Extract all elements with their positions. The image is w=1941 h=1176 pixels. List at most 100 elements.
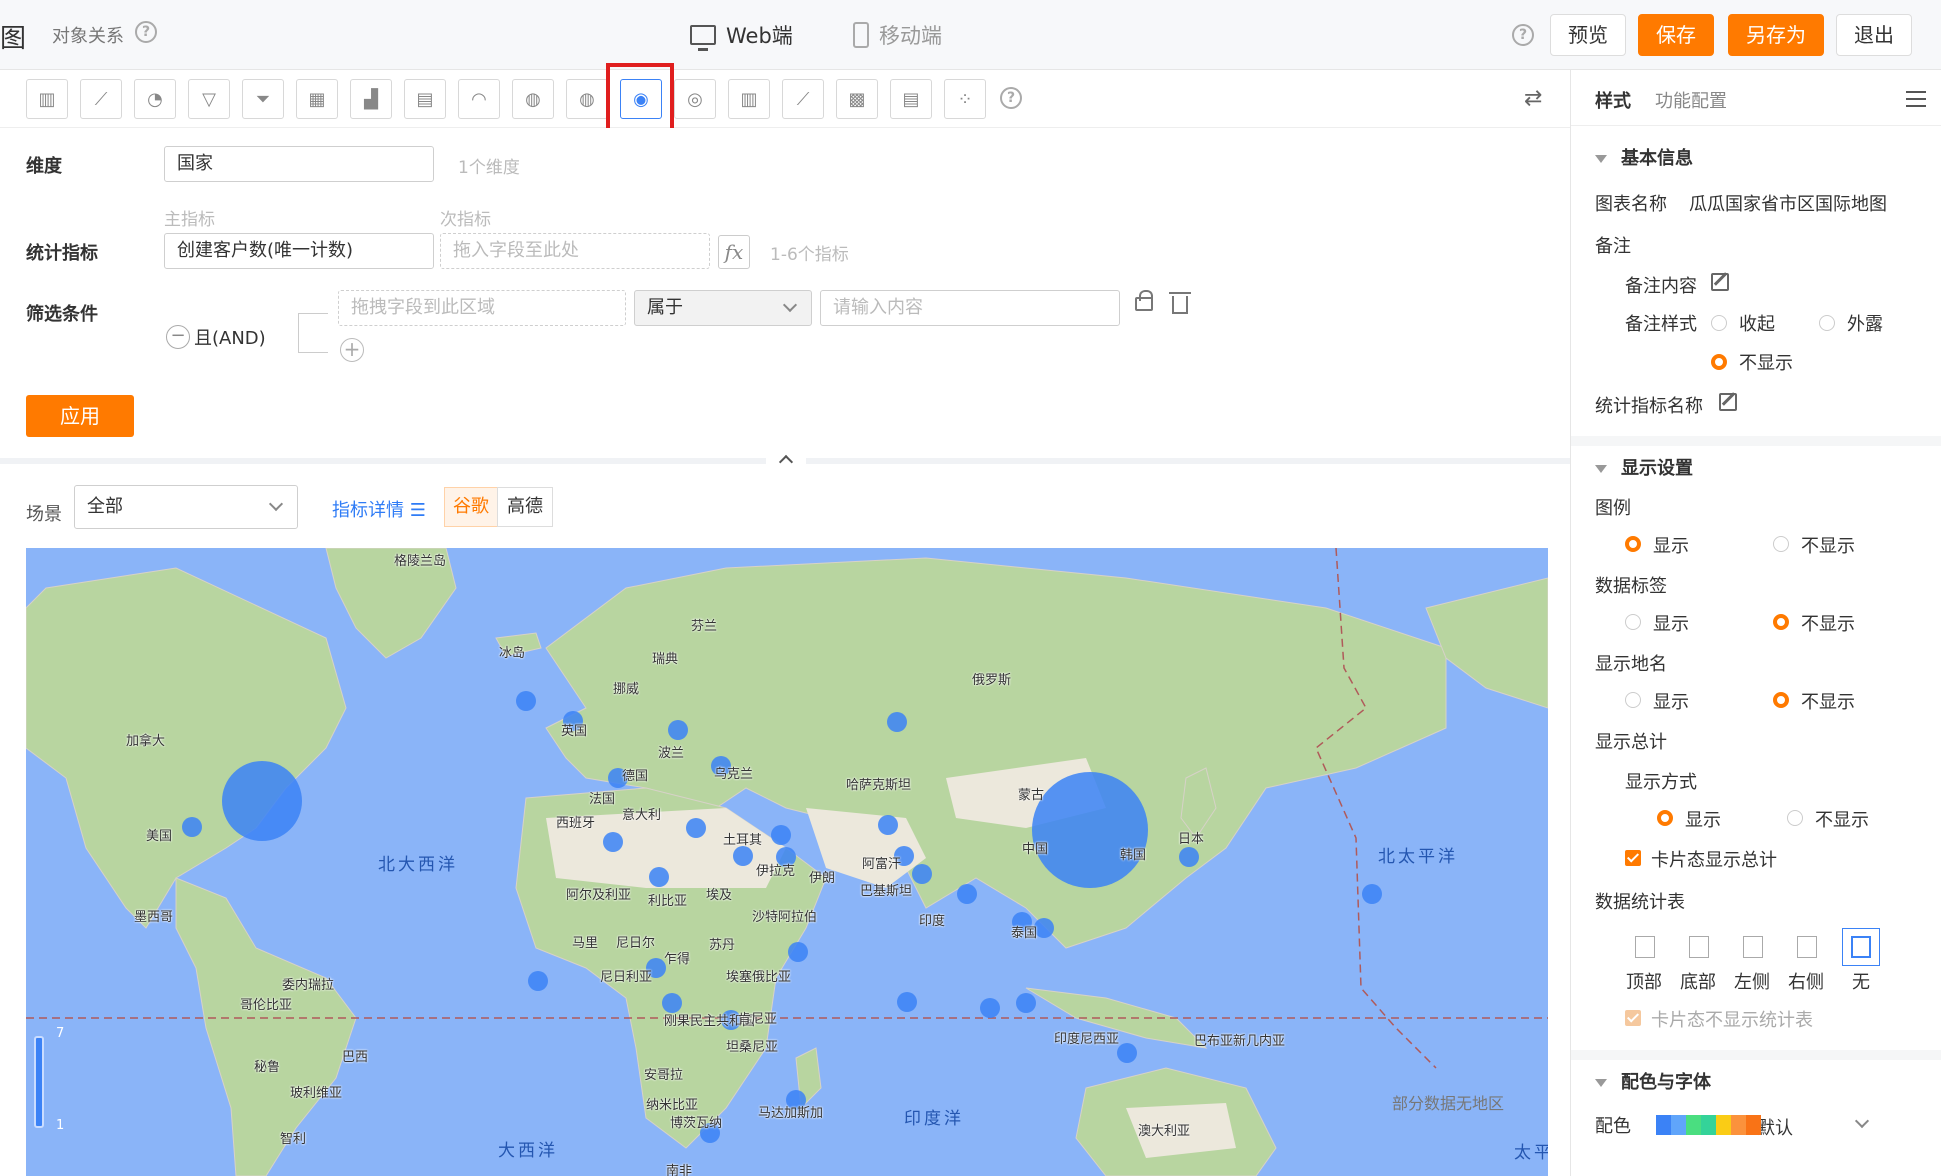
filter-operator-select[interactable]: 属于 bbox=[634, 290, 812, 326]
scatter-icon[interactable]: ⁘ bbox=[944, 79, 986, 119]
map-bubble[interactable] bbox=[668, 720, 688, 740]
line-chart-icon[interactable]: ⟋ bbox=[80, 79, 122, 119]
map-bubble[interactable] bbox=[603, 832, 623, 852]
remark-collapse-radio[interactable] bbox=[1711, 315, 1727, 331]
metric-detail-link[interactable]: 指标详情 ☰ bbox=[332, 496, 426, 522]
preview-button[interactable]: 预览 bbox=[1550, 14, 1626, 56]
palette-value[interactable]: 默认 bbox=[1757, 1114, 1793, 1140]
help-icon[interactable]: ? bbox=[1512, 24, 1534, 46]
map-bubble[interactable] bbox=[1179, 847, 1199, 867]
section-basic-info[interactable]: 基本信息 bbox=[1595, 144, 1693, 170]
filter-field-dropzone[interactable]: 拖拽字段到此区域 bbox=[338, 290, 626, 326]
scatter-line-icon[interactable]: ⟋ bbox=[782, 79, 824, 119]
pivot-table-icon[interactable]: ▤ bbox=[890, 79, 932, 119]
scene-select[interactable]: 全部 bbox=[74, 485, 298, 529]
delete-icon[interactable] bbox=[1169, 292, 1191, 314]
map-bubble[interactable] bbox=[1117, 1043, 1137, 1063]
map-bubble[interactable] bbox=[912, 864, 932, 884]
legend-label: 图例 bbox=[1595, 498, 1631, 519]
map-bubble[interactable] bbox=[528, 971, 548, 991]
map-bubble[interactable] bbox=[980, 998, 1000, 1018]
legend-show-radio[interactable] bbox=[1625, 536, 1641, 552]
tab-function-config[interactable]: 功能配置 bbox=[1655, 87, 1727, 113]
position-bottom-icon[interactable] bbox=[1689, 936, 1709, 958]
remark-expose-radio[interactable] bbox=[1819, 315, 1835, 331]
exit-button[interactable]: 退出 bbox=[1836, 14, 1912, 56]
card-total-checkbox[interactable] bbox=[1625, 850, 1641, 866]
section-display-settings[interactable]: 显示设置 bbox=[1595, 454, 1693, 480]
primary-metric-field[interactable]: 创建客户数(唯一计数) bbox=[164, 233, 434, 269]
help-icon[interactable]: ? bbox=[1000, 87, 1022, 109]
pie-chart-icon[interactable]: ◔ bbox=[134, 79, 176, 119]
dimension-field[interactable]: 国家 bbox=[164, 146, 434, 182]
save-as-button[interactable]: 另存为 bbox=[1728, 14, 1824, 56]
secondary-metric-dropzone[interactable]: 拖入字段至此处 bbox=[440, 233, 710, 269]
chevron-down-icon[interactable] bbox=[1854, 1113, 1870, 1129]
map-bubble[interactable] bbox=[1032, 772, 1148, 888]
bar-chart-icon[interactable]: ▥ bbox=[26, 79, 68, 119]
edit-icon[interactable] bbox=[1711, 273, 1729, 291]
map-source-google[interactable]: 谷歌 bbox=[444, 487, 498, 527]
gauge-icon[interactable]: ◠ bbox=[458, 79, 500, 119]
section-color-font[interactable]: 配色与字体 bbox=[1595, 1068, 1711, 1094]
remark-hide-radio[interactable] bbox=[1711, 354, 1727, 370]
add-filter-icon[interactable]: + bbox=[340, 338, 364, 362]
legend-hide-radio[interactable] bbox=[1773, 536, 1789, 552]
map-bubble[interactable] bbox=[516, 691, 536, 711]
map-bubble[interactable] bbox=[897, 992, 917, 1012]
map-bubble[interactable] bbox=[878, 815, 898, 835]
map-bubble[interactable] bbox=[887, 712, 907, 732]
funnel-icon[interactable]: ▽ bbox=[188, 79, 230, 119]
map-bubble[interactable] bbox=[1362, 884, 1382, 904]
apply-button[interactable]: 应用 bbox=[26, 395, 134, 437]
card-no-table-checkbox[interactable] bbox=[1625, 1010, 1641, 1026]
chart-name-value[interactable]: 瓜瓜国家省市区国际地图 bbox=[1689, 190, 1887, 216]
china-map-alt-icon[interactable]: ◍ bbox=[566, 79, 608, 119]
place-name-hide-radio[interactable] bbox=[1773, 692, 1789, 708]
map-bubble[interactable] bbox=[182, 817, 202, 837]
column-chart-icon[interactable]: ▥ bbox=[728, 79, 770, 119]
map-bubble[interactable] bbox=[771, 825, 791, 845]
map-bubble[interactable] bbox=[649, 867, 669, 887]
position-left-icon[interactable] bbox=[1743, 936, 1763, 958]
filter-logic[interactable]: 且(AND) bbox=[194, 324, 266, 350]
map-bubble-icon[interactable]: ◎ bbox=[674, 79, 716, 119]
object-relation-label[interactable]: 对象关系 bbox=[52, 22, 124, 48]
position-top-icon[interactable] bbox=[1635, 936, 1655, 958]
map-bubble[interactable] bbox=[222, 761, 302, 841]
map-bubble[interactable] bbox=[686, 818, 706, 838]
help-icon[interactable]: ? bbox=[135, 21, 157, 43]
lock-icon[interactable] bbox=[1135, 290, 1153, 311]
menu-icon[interactable] bbox=[1906, 91, 1926, 112]
position-none-option[interactable] bbox=[1842, 928, 1880, 966]
filter-value-input[interactable]: 请输入内容 bbox=[820, 290, 1120, 326]
save-button[interactable]: 保存 bbox=[1638, 14, 1714, 56]
combo-chart-icon[interactable]: ▟ bbox=[350, 79, 392, 119]
swap-icon[interactable]: ⇄ bbox=[1524, 86, 1542, 111]
tab-web[interactable]: Web端 bbox=[690, 20, 793, 51]
funnel-alt-icon[interactable]: ⏷ bbox=[242, 79, 284, 119]
tab-mobile[interactable]: 移动端 bbox=[853, 20, 942, 50]
edit-icon[interactable] bbox=[1719, 393, 1737, 411]
position-right-icon[interactable] bbox=[1797, 936, 1817, 958]
data-label-hide-radio[interactable] bbox=[1773, 614, 1789, 630]
formula-button[interactable]: fx bbox=[718, 235, 750, 269]
total-hide-radio[interactable] bbox=[1787, 810, 1803, 826]
tab-style[interactable]: 样式 bbox=[1595, 87, 1631, 113]
map-bubble[interactable] bbox=[733, 846, 753, 866]
heat-table-icon[interactable]: ▩ bbox=[836, 79, 878, 119]
data-label-show-radio[interactable] bbox=[1625, 614, 1641, 630]
map-bubble[interactable] bbox=[957, 884, 977, 904]
map-source-amap[interactable]: 高德 bbox=[497, 487, 553, 527]
total-show-radio[interactable] bbox=[1657, 810, 1673, 826]
map-bubble[interactable] bbox=[788, 942, 808, 962]
map-bubble[interactable] bbox=[1016, 993, 1036, 1013]
table-icon[interactable]: ▦ bbox=[296, 79, 338, 119]
collapse-logic-icon[interactable]: − bbox=[166, 325, 190, 349]
place-name-show-radio[interactable] bbox=[1625, 692, 1641, 708]
world-map[interactable]: 格陵兰岛 冰岛 芬兰 瑞典 挪威 俄罗斯 加拿大 英国 波兰 德国 乌克兰 哈萨… bbox=[26, 548, 1548, 1176]
position-none-icon bbox=[1851, 936, 1871, 958]
palette-swatches[interactable] bbox=[1656, 1115, 1761, 1135]
china-map-icon[interactable]: ◍ bbox=[512, 79, 554, 119]
text-card-icon[interactable]: ▤ bbox=[404, 79, 446, 119]
